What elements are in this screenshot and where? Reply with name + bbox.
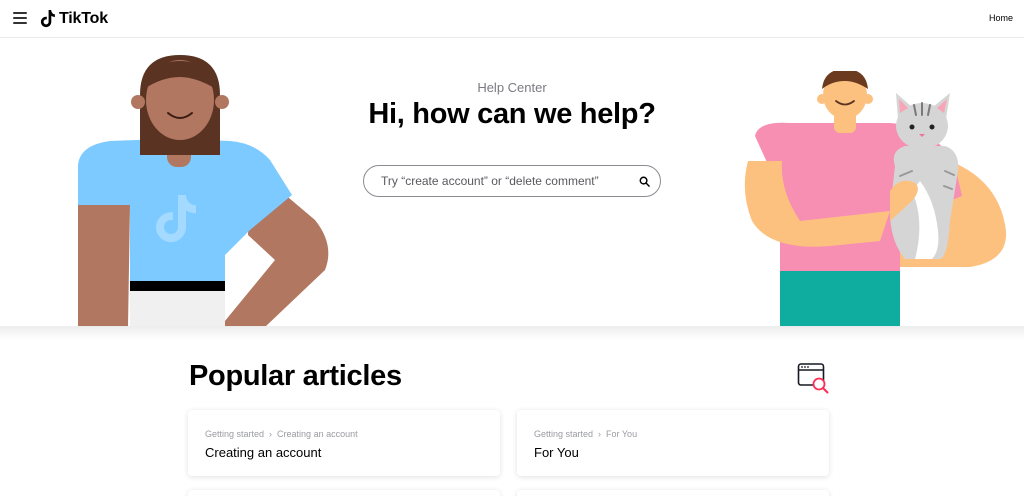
browser-search-icon xyxy=(797,363,829,394)
article-card-for-you[interactable]: Getting started › For You For You xyxy=(517,410,829,476)
breadcrumb-item[interactable]: Creating an account xyxy=(277,429,358,439)
hero-divider xyxy=(0,326,1024,340)
search-bar[interactable] xyxy=(363,165,661,197)
tiktok-logo-icon xyxy=(40,10,55,28)
chevron-right-icon: › xyxy=(598,429,602,439)
chevron-right-icon: › xyxy=(269,429,273,439)
breadcrumb-item[interactable]: Getting started xyxy=(534,429,593,439)
article-title[interactable]: For You xyxy=(534,445,579,460)
article-card-partial[interactable] xyxy=(188,490,500,496)
man-with-cat-illustration xyxy=(744,71,1007,327)
article-card-partial[interactable] xyxy=(517,490,829,496)
tiktok-logo[interactable]: TikTok xyxy=(40,8,108,30)
article-title[interactable]: Creating an account xyxy=(205,445,321,460)
breadcrumb-item[interactable]: For You xyxy=(606,429,637,439)
breadcrumb-item[interactable]: Getting started xyxy=(205,429,264,439)
popular-articles-title: Popular articles xyxy=(189,360,402,392)
search-icon[interactable] xyxy=(639,176,650,187)
hamburger-menu-icon[interactable] xyxy=(13,12,27,26)
article-breadcrumb: Getting started › Creating an account xyxy=(205,429,358,439)
search-input[interactable] xyxy=(381,166,636,196)
top-navigation-bar: TikTok Home xyxy=(0,0,1024,38)
article-breadcrumb: Getting started › For You xyxy=(534,429,637,439)
brand-name: TikTok xyxy=(59,10,108,27)
hero-banner: Help Center Hi, how can we help? xyxy=(0,39,1024,327)
woman-illustration xyxy=(78,55,329,327)
home-link[interactable]: Home xyxy=(989,13,1013,23)
article-card-creating-account[interactable]: Getting started › Creating an account Crea… xyxy=(188,410,500,476)
